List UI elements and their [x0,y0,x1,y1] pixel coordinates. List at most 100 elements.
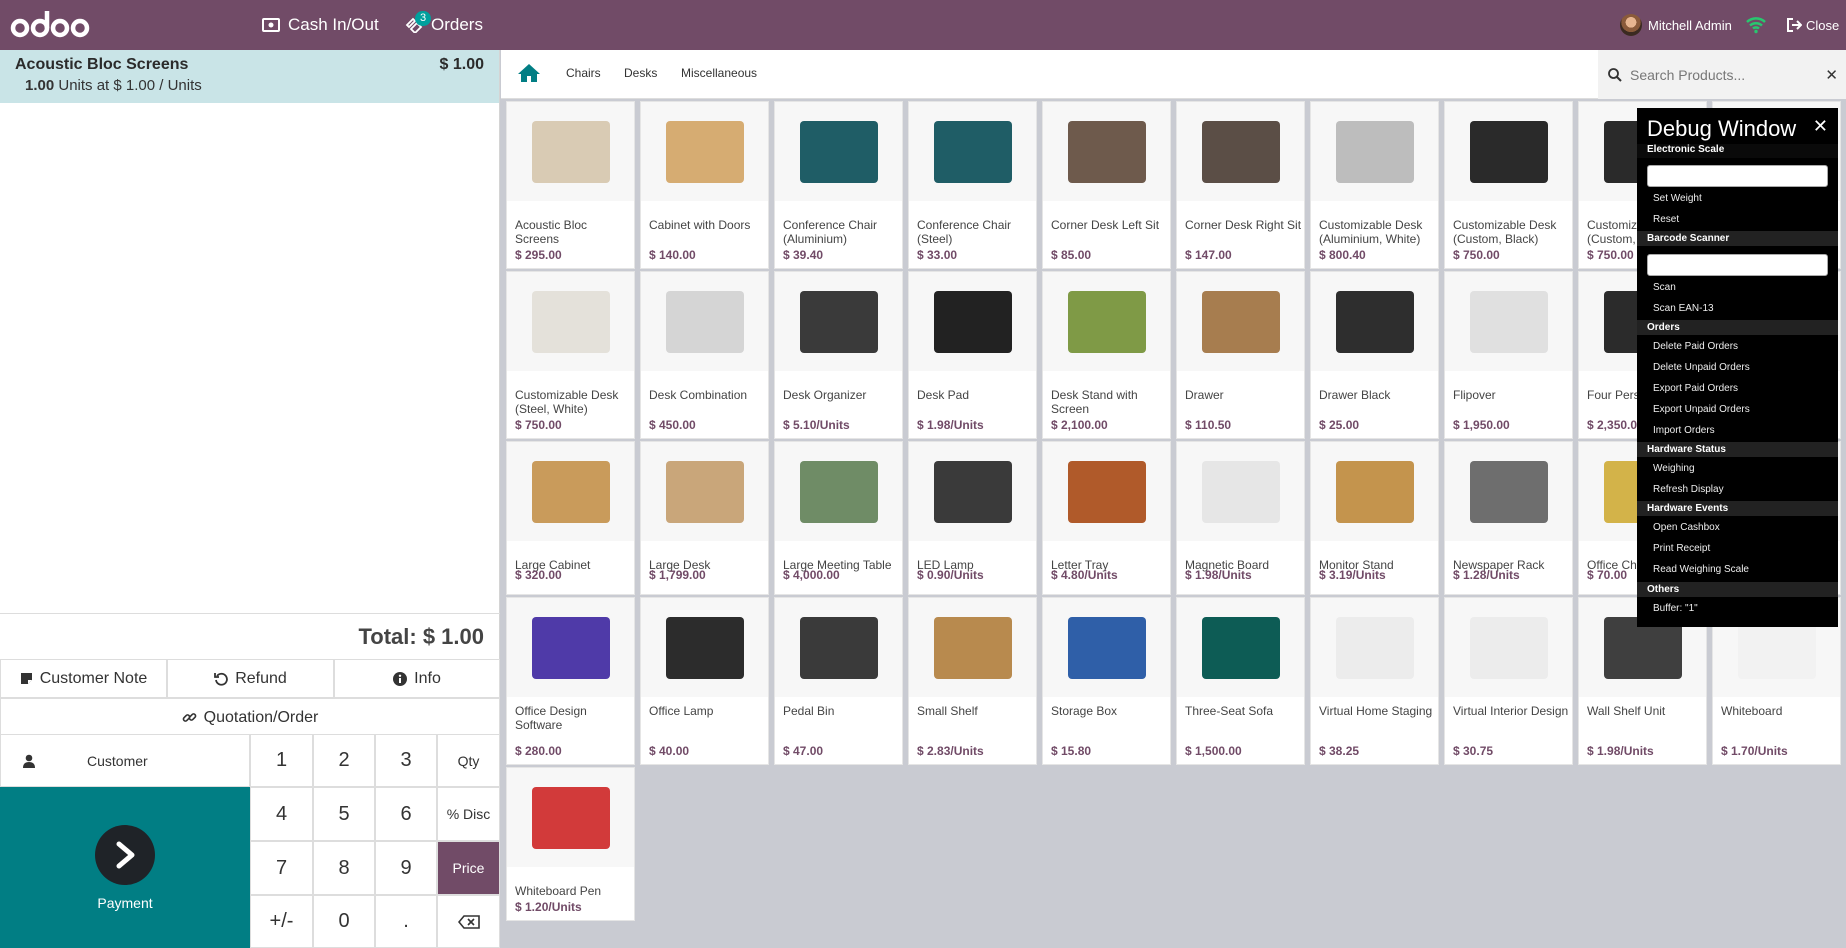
scan-button[interactable]: Scan [1653,282,1676,293]
weight-input[interactable] [1647,165,1828,187]
product-image-shape [531,290,610,353]
product-name: Whiteboard [1721,704,1783,718]
product-image-shape [1067,460,1146,523]
customer-note-button[interactable]: Customer Note [0,659,167,698]
buffer-value: Buffer: "1" [1653,603,1698,614]
info-button[interactable]: Info [334,659,500,698]
product-card[interactable]: Desk Combination $ 450.00 [640,271,769,439]
numpad-8[interactable]: 8 [313,841,375,895]
delete-paid-orders-button[interactable]: Delete Paid Orders [1653,341,1738,352]
product-name: Office Design Software [515,704,587,732]
refresh-display-button[interactable]: Refresh Display [1653,484,1724,495]
product-card[interactable]: Whiteboard Pen $ 1.20/Units [506,767,635,921]
category-desks[interactable]: Desks [624,66,657,80]
product-card[interactable]: Small Shelf $ 2.83/Units [908,597,1037,765]
numpad-1[interactable]: 1 [250,734,313,787]
product-card[interactable]: Office Lamp $ 40.00 [640,597,769,765]
product-card[interactable]: Storage Box $ 15.80 [1042,597,1171,765]
cash-in-out-button[interactable]: Cash In/Out [262,0,379,50]
set-weight-button[interactable]: Set Weight [1653,193,1702,204]
product-card[interactable]: Customizable Desk (Custom, Black) $ 750.0… [1444,101,1573,269]
product-card[interactable]: Desk Stand with Screen $ 2,100.00 [1042,271,1171,439]
product-card[interactable]: Corner Desk Left Sit $ 85.00 [1042,101,1171,269]
product-card[interactable]: Magnetic Board $ 1.98/Units [1176,441,1305,595]
numpad-price[interactable]: Price [437,841,500,895]
numpad-7[interactable]: 7 [250,841,313,895]
product-price: $ 1,950.00 [1453,418,1510,432]
category-miscellaneous[interactable]: Miscellaneous [681,66,757,80]
product-card[interactable]: Newspaper Rack $ 1.28/Units [1444,441,1573,595]
numpad-discount[interactable]: % Disc [437,787,500,841]
numpad-qty[interactable]: Qty [437,734,500,787]
product-name: Customizable Desk (Aluminium, White) [1319,218,1423,246]
product-card[interactable]: Corner Desk Right Sit $ 147.00 [1176,101,1305,269]
weighing-status[interactable]: Weighing [1653,463,1695,474]
product-card[interactable]: Office Design Software $ 280.00 [506,597,635,765]
product-card[interactable]: Drawer Black $ 25.00 [1310,271,1439,439]
numpad-6[interactable]: 6 [375,787,437,841]
numpad-2[interactable]: 2 [313,734,375,787]
numpad-5[interactable]: 5 [313,787,375,841]
product-card[interactable]: Conference Chair (Aluminium) $ 39.40 [774,101,903,269]
product-card[interactable]: Virtual Home Staging $ 38.25 [1310,597,1439,765]
product-card[interactable]: Large Desk $ 1,799.00 [640,441,769,595]
product-card[interactable]: Virtual Interior Design $ 30.75 [1444,597,1573,765]
product-card[interactable]: Flipover $ 1,950.00 [1444,271,1573,439]
order-line[interactable]: Acoustic Bloc Screens $ 1.00 1.00 Units … [0,50,499,103]
numpad-0[interactable]: 0 [313,895,375,948]
numpad-9[interactable]: 9 [375,841,437,895]
product-name: Desk Organizer [783,388,867,402]
product-name: Customizable Desk (Custom, Black) [1453,218,1557,246]
close-debug-icon[interactable]: ✕ [1813,116,1828,137]
product-card[interactable]: Conference Chair (Steel) $ 33.00 [908,101,1037,269]
product-card[interactable]: Letter Tray $ 4.80/Units [1042,441,1171,595]
quotation-order-button[interactable]: Quotation/Order [0,698,500,737]
read-weighing-scale-event[interactable]: Read Weighing Scale [1653,564,1749,575]
barcode-input[interactable] [1647,254,1828,276]
payment-button[interactable]: Payment [0,787,250,948]
product-card[interactable]: LED Lamp $ 0.90/Units [908,441,1037,595]
category-chairs[interactable]: Chairs [566,66,601,80]
reset-button[interactable]: Reset [1653,214,1679,225]
user-menu[interactable]: Mitchell Admin [1620,0,1732,50]
product-image-shape [531,616,610,679]
home-category-button[interactable] [517,63,541,88]
product-card[interactable]: Pedal Bin $ 47.00 [774,597,903,765]
export-paid-orders-button[interactable]: Export Paid Orders [1653,383,1738,394]
product-card[interactable]: Cabinet with Doors $ 140.00 [640,101,769,269]
clear-search-icon[interactable]: ✕ [1825,66,1838,84]
product-image-shape [1335,460,1414,523]
home-icon [518,64,540,82]
product-image-shape [1335,290,1414,353]
numpad-backspace[interactable] [437,895,500,948]
numpad-decimal[interactable]: . [375,895,437,948]
product-card[interactable]: Desk Pad $ 1.98/Units [908,271,1037,439]
product-card[interactable]: Large Meeting Table $ 4,000.00 [774,441,903,595]
delete-unpaid-orders-button[interactable]: Delete Unpaid Orders [1653,362,1750,373]
customer-button[interactable]: Customer [0,734,250,787]
product-card[interactable]: Monitor Stand $ 3.19/Units [1310,441,1439,595]
import-orders-button[interactable]: Import Orders [1653,425,1715,436]
product-card[interactable]: Large Cabinet $ 320.00 [506,441,635,595]
product-name: Acoustic Bloc Screens [515,218,588,246]
product-card[interactable]: Drawer $ 110.50 [1176,271,1305,439]
product-price: $ 33.00 [917,248,958,262]
scan-ean13-button[interactable]: Scan EAN-13 [1653,303,1714,314]
refund-button[interactable]: Refund [167,659,334,698]
product-card[interactable]: Customizable Desk (Steel, White) $ 750.00 [506,271,635,439]
numpad-4[interactable]: 4 [250,787,313,841]
open-cashbox-event[interactable]: Open Cashbox [1653,522,1720,533]
category-bar: Chairs Desks Miscellaneous ✕ [501,50,1846,99]
export-unpaid-orders-button[interactable]: Export Unpaid Orders [1653,404,1750,415]
orders-button[interactable]: 3 Orders [405,0,483,50]
search-input[interactable] [1630,66,1810,83]
product-card[interactable]: Acoustic Bloc Screens $ 295.00 [506,101,635,269]
product-card[interactable]: Customizable Desk (Aluminium, White) $ 80… [1310,101,1439,269]
numpad-plus-minus[interactable]: +/- [250,895,313,948]
product-card[interactable]: Desk Organizer $ 5.10/Units [774,271,903,439]
close-button[interactable]: Close [1787,0,1839,50]
print-receipt-event[interactable]: Print Receipt [1653,543,1710,554]
numpad-3[interactable]: 3 [375,734,437,787]
product-price: $ 750.00 [515,418,562,432]
product-card[interactable]: Three-Seat Sofa $ 1,500.00 [1176,597,1305,765]
